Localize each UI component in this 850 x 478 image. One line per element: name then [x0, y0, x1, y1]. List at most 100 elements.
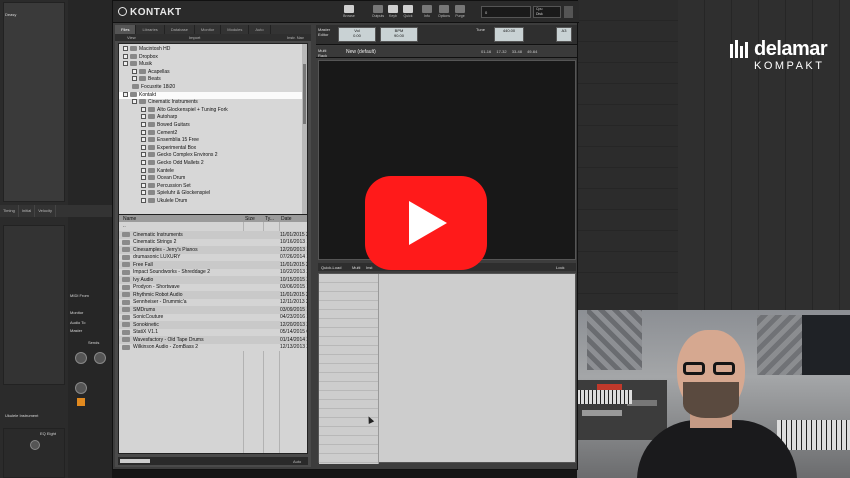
file-list-row[interactable]: SonicCouture 04/23/2016 1 [119, 313, 307, 321]
daw-tab-velocity[interactable]: Velocity [35, 205, 56, 217]
file-list-row[interactable]: StatiX V1.1 05/14/2015 0 [119, 328, 307, 336]
tree-item[interactable]: Kantele [119, 167, 307, 176]
bpm-display[interactable]: BPM 90.00 [380, 27, 418, 42]
tune-display[interactable]: 440.00 [494, 27, 524, 42]
tree-item[interactable]: Cement2 [119, 129, 307, 138]
expand-icon[interactable] [123, 46, 128, 51]
volume-display[interactable]: Vol 0.00 [338, 27, 376, 42]
file-list-row[interactable]: Sonokinetic 12/20/2013 2 [119, 321, 307, 329]
key-display[interactable]: A3 [556, 27, 572, 42]
expand-icon[interactable] [123, 53, 128, 59]
expand-icon[interactable] [141, 129, 146, 135]
col-type[interactable]: Ty... [265, 216, 274, 222]
eq-knob[interactable] [30, 440, 40, 450]
expand-icon[interactable] [123, 61, 128, 67]
tree-item[interactable]: Gecko Complex Environs 2 [119, 152, 307, 160]
send-knob-a[interactable] [75, 352, 87, 364]
file-list-row[interactable]: Ivy Audio 10/15/2015 2 [119, 276, 307, 284]
multi-name[interactable]: New (default) [346, 49, 376, 55]
file-list-row[interactable]: Sennheiser - Drummic'a 12/11/2013 2 [119, 298, 307, 306]
expand-icon[interactable] [141, 198, 146, 203]
tree-item[interactable]: Spieluhr & Glockenspiel [119, 190, 307, 198]
tree-item[interactable]: Gecko Odd Mallets 2 [119, 160, 307, 168]
file-list-row[interactable]: Rhythmic Robot Audio 11/01/2015 2 [119, 291, 307, 299]
page-17-32[interactable]: 17-32 [496, 49, 506, 54]
tab-auto[interactable]: Auto [249, 25, 271, 34]
view-menu[interactable]: View [127, 35, 136, 40]
expand-icon[interactable] [141, 152, 146, 158]
expand-icon[interactable] [132, 76, 137, 82]
daw-tab-initial[interactable]: Initial [19, 205, 36, 217]
tab-monitor[interactable]: Monitor [195, 25, 222, 34]
options-button[interactable]: Options [437, 5, 451, 18]
pan-knob[interactable] [75, 382, 87, 394]
file-list-row[interactable]: Cinematic Strings 2 10/16/2013 1 [119, 238, 307, 246]
tree-item[interactable]: Macintosh HD [119, 46, 307, 54]
expand-icon[interactable] [123, 91, 128, 97]
outputs-button[interactable]: Outputs [371, 5, 385, 18]
quick-load-panel[interactable] [318, 273, 576, 464]
tree-item[interactable]: Acapellas [119, 68, 307, 77]
quick-button[interactable]: Quick [401, 5, 415, 18]
track-activator[interactable] [77, 398, 85, 406]
expand-icon[interactable] [141, 175, 146, 181]
tree-item[interactable]: Alto Glockenspiel + Tuning Fork [119, 106, 307, 115]
tree-item[interactable]: Ukulele Drum [119, 198, 307, 206]
expand-icon[interactable] [141, 106, 146, 112]
expand-icon[interactable] [141, 167, 146, 173]
quick-load-folders[interactable] [319, 274, 379, 464]
expand-icon[interactable] [141, 190, 146, 196]
file-list-row[interactable]: Wavesfactory - Old Tape Drums 01/14/2014 … [119, 336, 307, 344]
page-49-64[interactable]: 49-64 [527, 49, 537, 54]
tree-item[interactable]: Focusrite 18i20 [119, 84, 307, 92]
tab-database[interactable]: Database [165, 25, 195, 34]
expand-icon[interactable] [132, 68, 137, 74]
import-button[interactable]: Import [189, 35, 200, 40]
file-list-row[interactable]: Free Fall 11/01/2015 2 [119, 261, 307, 269]
auto-preview-button[interactable]: Auto [293, 459, 301, 464]
file-list-row[interactable]: Impact Soundworks - Shreddage 2 10/22/201… [119, 268, 307, 276]
file-list-row[interactable]: Cinematic Instruments 11/01/2015 2 [119, 231, 307, 239]
expand-icon[interactable] [141, 182, 146, 188]
tree-item[interactable]: Percussion Set [119, 182, 307, 191]
tree-item[interactable]: Bowed Guitars [119, 122, 307, 130]
tree-item[interactable]: Musik [119, 61, 307, 69]
tree-item[interactable]: Ensemblia 15 Free [119, 137, 307, 145]
col-name[interactable]: Name [123, 216, 136, 222]
tree-item[interactable]: Cinematic Instruments [119, 99, 307, 107]
col-date[interactable]: Date [281, 216, 292, 222]
send-knob-b[interactable] [94, 352, 106, 364]
preview-volume-slider[interactable] [120, 459, 150, 463]
parent-folder-item[interactable]: .. [123, 223, 126, 229]
expand-icon[interactable] [141, 144, 146, 150]
daw-tab-timing[interactable]: Timing [0, 205, 19, 217]
expand-icon[interactable] [141, 122, 146, 127]
keyb-button[interactable]: Keyb [386, 5, 400, 18]
info-button[interactable]: Info [420, 5, 434, 18]
tree-item[interactable]: Ocean Drum [119, 175, 307, 183]
page-33-48[interactable]: 33-48 [512, 49, 522, 54]
tree-scrollbar[interactable] [302, 44, 307, 225]
expand-icon[interactable] [141, 114, 146, 120]
tab-libraries[interactable]: Libraries [136, 25, 165, 34]
expand-icon[interactable] [132, 99, 137, 105]
tree-item[interactable]: Autoharp [119, 114, 307, 122]
quick-load-multi-tab[interactable]: Multi [352, 265, 360, 270]
col-size[interactable]: Size [245, 216, 255, 222]
tab-files[interactable]: Files [115, 25, 137, 34]
browse-button[interactable]: Browse [342, 5, 356, 18]
quick-load-lock[interactable]: Lock [556, 265, 564, 270]
file-list-row[interactable]: Cinesamples - Jerry's Pianos 12/20/2013 1 [119, 246, 307, 254]
tree-item[interactable]: Kontakt [119, 91, 307, 100]
tree-item[interactable]: Experimental Box [119, 144, 307, 153]
tab-modules[interactable]: Modules [221, 25, 250, 34]
quick-load-inst-tab[interactable]: Inst [366, 265, 372, 270]
video-play-button[interactable] [365, 176, 487, 270]
expand-icon[interactable] [141, 137, 146, 143]
view-toggle-button[interactable] [564, 6, 573, 18]
file-list-row[interactable]: drumasonic LUXURY 07/26/2014 1 [119, 253, 307, 261]
tree-item[interactable]: Beats [119, 76, 307, 84]
instr-nav-button[interactable]: Instr. Nav [287, 35, 304, 40]
expand-icon[interactable] [141, 160, 146, 165]
file-list-row[interactable]: Wilkinson Audio - ZomBass 2 12/13/2013 2 [119, 343, 307, 351]
